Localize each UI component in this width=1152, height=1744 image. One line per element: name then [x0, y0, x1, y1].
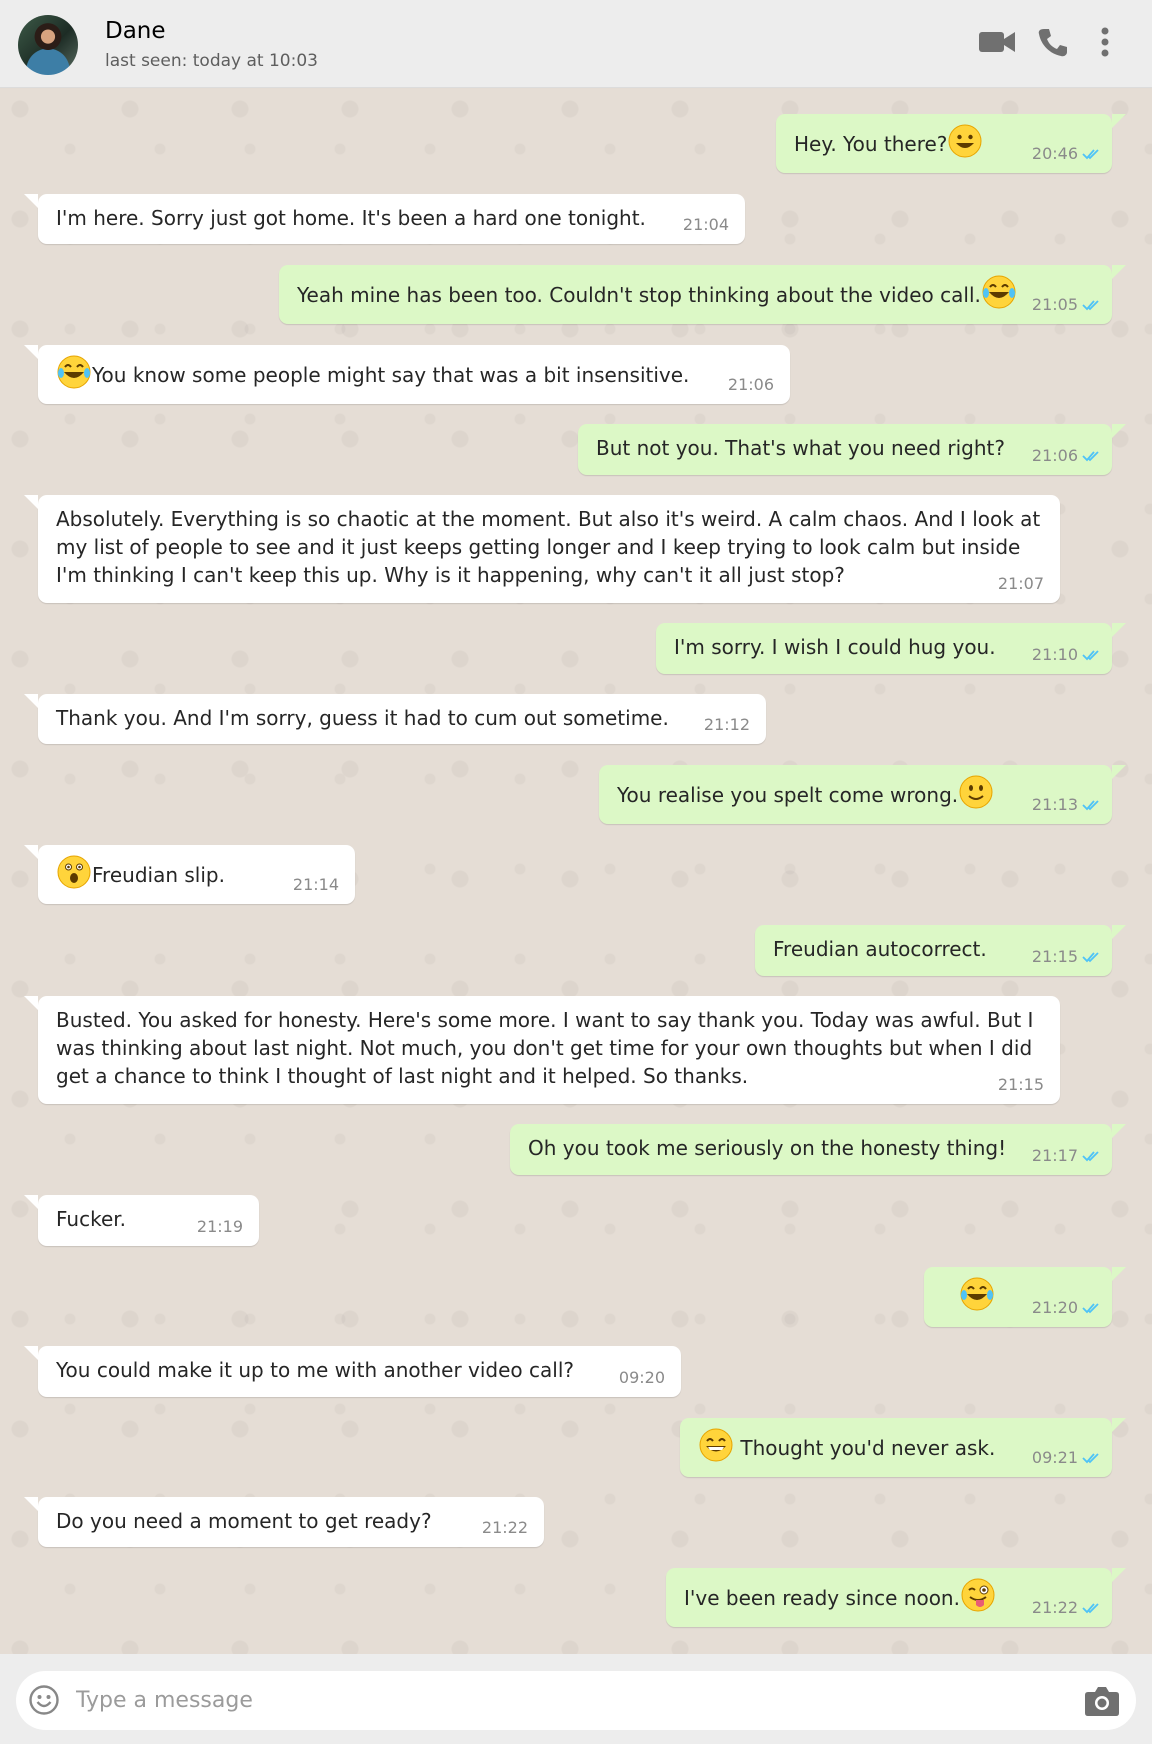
message-meta: 21:15: [1032, 943, 1102, 971]
outgoing-message[interactable]: I'm sorry. I wish I could hug you. 21:10: [656, 623, 1126, 674]
message-meta: 21:05: [1032, 291, 1102, 319]
outgoing-message[interactable]: Yeah mine has been too. Couldn't stop th…: [279, 265, 1126, 324]
more-options-icon[interactable]: [1085, 22, 1125, 62]
message-text: You know some people might say that was …: [56, 355, 774, 389]
read-ticks-icon: [1082, 1453, 1099, 1464]
chat-area[interactable]: Hey. You there? 20:46 I'm here. Sorry ju…: [0, 89, 1152, 1654]
message-time: 21:04: [682, 215, 729, 234]
message-text: But not you. That's what you need right?: [596, 436, 1005, 460]
message-time: 09:20: [618, 1368, 665, 1387]
incoming-message[interactable]: Busted. You asked for honesty. Here's so…: [24, 996, 1060, 1104]
chat-header: Dane last seen: today at 10:03: [0, 0, 1152, 88]
read-ticks-icon: [1082, 1303, 1099, 1314]
outgoing-message[interactable]: 21:20: [924, 1267, 1126, 1327]
read-ticks-icon: [1082, 650, 1099, 661]
message-meta: 21:10: [1032, 641, 1102, 669]
message-meta: 21:20: [1032, 1294, 1102, 1322]
winking-tongue-face-emoji-icon: [961, 1578, 995, 1612]
phone-icon[interactable]: [1032, 22, 1072, 62]
message-text: Yeah mine has been too. Couldn't stop th…: [297, 275, 1096, 309]
message-text: Thank you. And I'm sorry, guess it had t…: [56, 706, 669, 730]
incoming-message[interactable]: I'm here. Sorry just got home. It's been…: [24, 194, 745, 244]
message-text: You realise you spelt come wrong.: [617, 775, 1096, 809]
outgoing-message[interactable]: Oh you took me seriously on the honesty …: [510, 1124, 1126, 1175]
incoming-message[interactable]: Freudian slip. 21:14: [24, 845, 355, 904]
message-text: I'm here. Sorry just got home. It's been…: [56, 206, 646, 230]
astonished-face-emoji-icon: [57, 855, 91, 889]
video-call-icon[interactable]: [977, 22, 1017, 62]
laughing-tears-emoji-icon: [57, 355, 91, 389]
message-text: Absolutely. Everything is so chaotic at …: [56, 507, 1041, 587]
message-time: 21:07: [997, 574, 1044, 593]
message-text: You could make it up to me with another …: [56, 1358, 575, 1382]
outgoing-message[interactable]: Freudian autocorrect. 21:15: [755, 925, 1126, 976]
incoming-message[interactable]: You know some people might say that was …: [24, 345, 790, 404]
message-input[interactable]: [76, 1684, 1026, 1716]
outgoing-message[interactable]: Thought you'd never ask. 09:21: [680, 1418, 1126, 1477]
incoming-message[interactable]: Thank you. And I'm sorry, guess it had t…: [24, 694, 766, 744]
read-ticks-icon: [1082, 1603, 1099, 1614]
read-ticks-icon: [1082, 952, 1099, 963]
incoming-message[interactable]: Absolutely. Everything is so chaotic at …: [24, 495, 1060, 603]
read-ticks-icon: [1082, 300, 1099, 311]
message-text: Oh you took me seriously on the honesty …: [528, 1136, 1007, 1160]
message-time: 21:22: [481, 1518, 528, 1537]
read-ticks-icon: [1082, 149, 1099, 160]
message-meta: 21:06: [1032, 442, 1102, 470]
message-meta: 20:46: [1032, 140, 1102, 168]
message-time: 21:19: [196, 1217, 243, 1236]
contact-avatar[interactable]: [18, 15, 78, 75]
message-time: 21:15: [997, 1075, 1044, 1094]
grinning-face-emoji-icon: [948, 124, 982, 158]
message-time: 21:06: [727, 375, 774, 394]
outgoing-message[interactable]: You realise you spelt come wrong. 21:13: [599, 765, 1126, 824]
read-ticks-icon: [1082, 1151, 1099, 1162]
message-time: 21:14: [292, 875, 339, 894]
contact-name[interactable]: Dane: [105, 18, 166, 44]
slightly-smiling-face-emoji-icon: [959, 775, 993, 809]
beaming-face-emoji-icon: [699, 1428, 733, 1462]
read-ticks-icon: [1082, 800, 1099, 811]
message-text: Do you need a moment to get ready?: [56, 1509, 432, 1533]
incoming-message[interactable]: Do you need a moment to get ready? 21:22: [24, 1497, 544, 1547]
smiley-icon[interactable]: [28, 1684, 60, 1716]
outgoing-message[interactable]: Hey. You there? 20:46: [776, 114, 1126, 173]
message-meta: 21:17: [1032, 1142, 1102, 1170]
laughing-tears-emoji-icon: [960, 1277, 994, 1311]
message-composer: [0, 1654, 1152, 1744]
laughing-tears-emoji-icon: [982, 275, 1016, 309]
camera-icon[interactable]: [1083, 1684, 1121, 1718]
message-meta: 21:22: [1032, 1594, 1102, 1622]
read-ticks-icon: [1082, 451, 1099, 462]
message-meta: 21:13: [1032, 791, 1102, 819]
outgoing-message[interactable]: I've been ready since noon. 21:22: [666, 1568, 1126, 1627]
message-meta: 09:21: [1032, 1444, 1102, 1472]
message-text: Busted. You asked for honesty. Here's so…: [56, 1008, 1034, 1088]
incoming-message[interactable]: You could make it up to me with another …: [24, 1346, 681, 1397]
last-seen-status: last seen: today at 10:03: [105, 51, 318, 71]
outgoing-message[interactable]: But not you. That's what you need right?…: [578, 424, 1126, 475]
message-input-container[interactable]: [16, 1671, 1136, 1730]
message-time: 21:12: [703, 715, 750, 734]
incoming-message[interactable]: Fucker. 21:19: [24, 1195, 259, 1246]
